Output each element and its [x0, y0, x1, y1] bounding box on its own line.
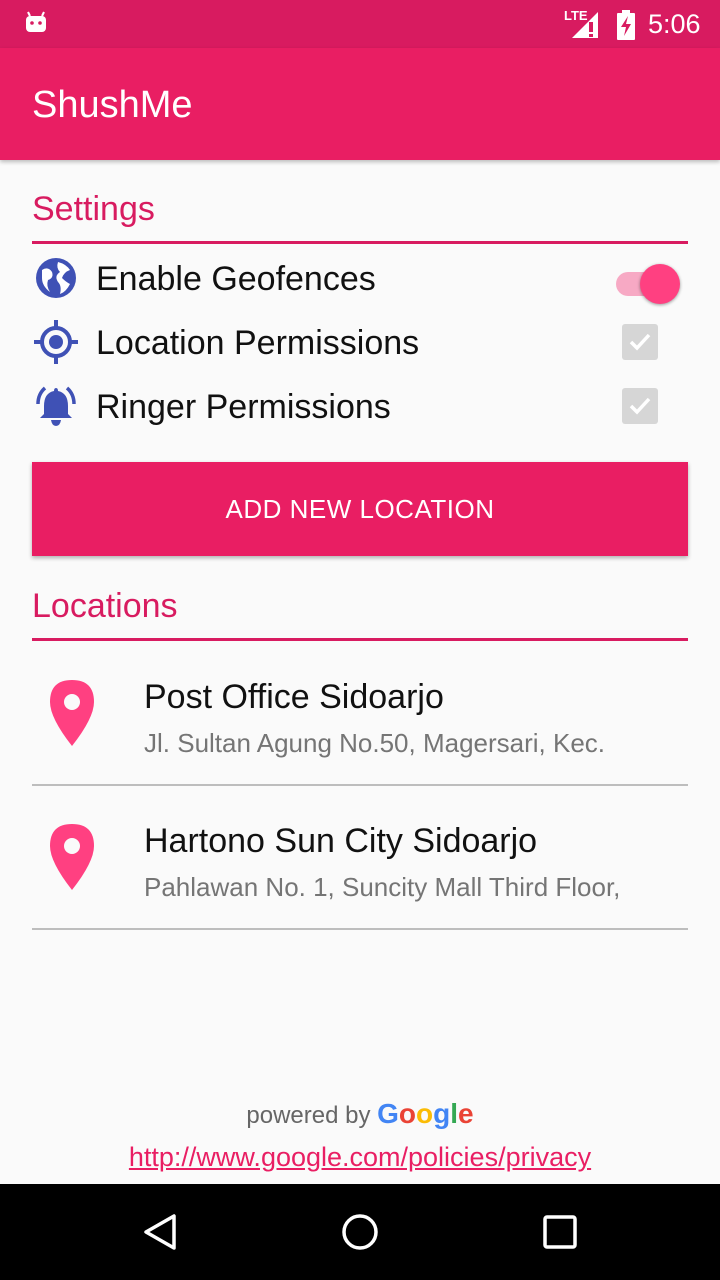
home-icon[interactable] — [340, 1212, 380, 1252]
location-list-item[interactable]: Post Office Sidoarjo Jl. Sultan Agung No… — [32, 642, 688, 786]
setting-location-permissions: Location Permissions — [32, 310, 688, 374]
setting-label: Enable Geofences — [96, 260, 376, 298]
geofences-switch[interactable] — [616, 260, 680, 304]
location-name: Hartono Sun City Sidoarjo — [144, 822, 538, 860]
bell-ringer-icon — [36, 386, 76, 426]
ringer-permissions-checkbox[interactable] — [622, 388, 658, 424]
switch-thumb[interactable] — [640, 264, 680, 304]
recents-icon[interactable] — [540, 1212, 580, 1252]
app-bar: ShushMe — [0, 48, 720, 160]
android-notification-icon — [26, 11, 46, 32]
gps-location-icon — [34, 320, 78, 364]
privacy-policy-link[interactable]: http://www.google.com/policies/privacy — [0, 1142, 720, 1173]
system-navigation-bar — [0, 1184, 720, 1280]
location-list-item[interactable]: Hartono Sun City Sidoarjo Pahlawan No. 1… — [32, 786, 688, 930]
signal-icon — [572, 12, 598, 38]
checkmark-icon — [629, 397, 651, 415]
map-pin-icon — [50, 680, 94, 746]
app-title: ShushMe — [32, 84, 193, 126]
add-new-location-button[interactable]: ADD NEW LOCATION — [32, 462, 688, 556]
location-permissions-checkbox[interactable] — [622, 324, 658, 360]
map-pin-icon — [50, 824, 94, 890]
clock: 5:06 — [648, 9, 701, 39]
location-address: Pahlawan No. 1, Suncity Mall Third Floor… — [144, 872, 621, 902]
google-logo: Google — [377, 1098, 474, 1129]
setting-label: Location Permissions — [96, 324, 420, 362]
back-icon[interactable] — [140, 1212, 180, 1252]
location-address: Jl. Sultan Agung No.50, Magersari, Kec. — [144, 728, 606, 758]
battery-charging-icon — [617, 10, 635, 40]
checkmark-icon — [629, 333, 651, 351]
status-bar: LTE 5:06 — [0, 0, 720, 48]
globe-icon — [36, 258, 76, 298]
location-name: Post Office Sidoarjo — [144, 678, 444, 716]
settings-section-title: Settings — [32, 190, 688, 244]
setting-label: Ringer Permissions — [96, 388, 391, 426]
powered-by-text: powered by — [246, 1102, 371, 1129]
setting-enable-geofences: Enable Geofences — [32, 246, 688, 310]
powered-by-google: powered by Google — [0, 1098, 720, 1130]
setting-ringer-permissions: Ringer Permissions — [32, 374, 688, 438]
locations-section-title: Locations — [32, 587, 688, 641]
